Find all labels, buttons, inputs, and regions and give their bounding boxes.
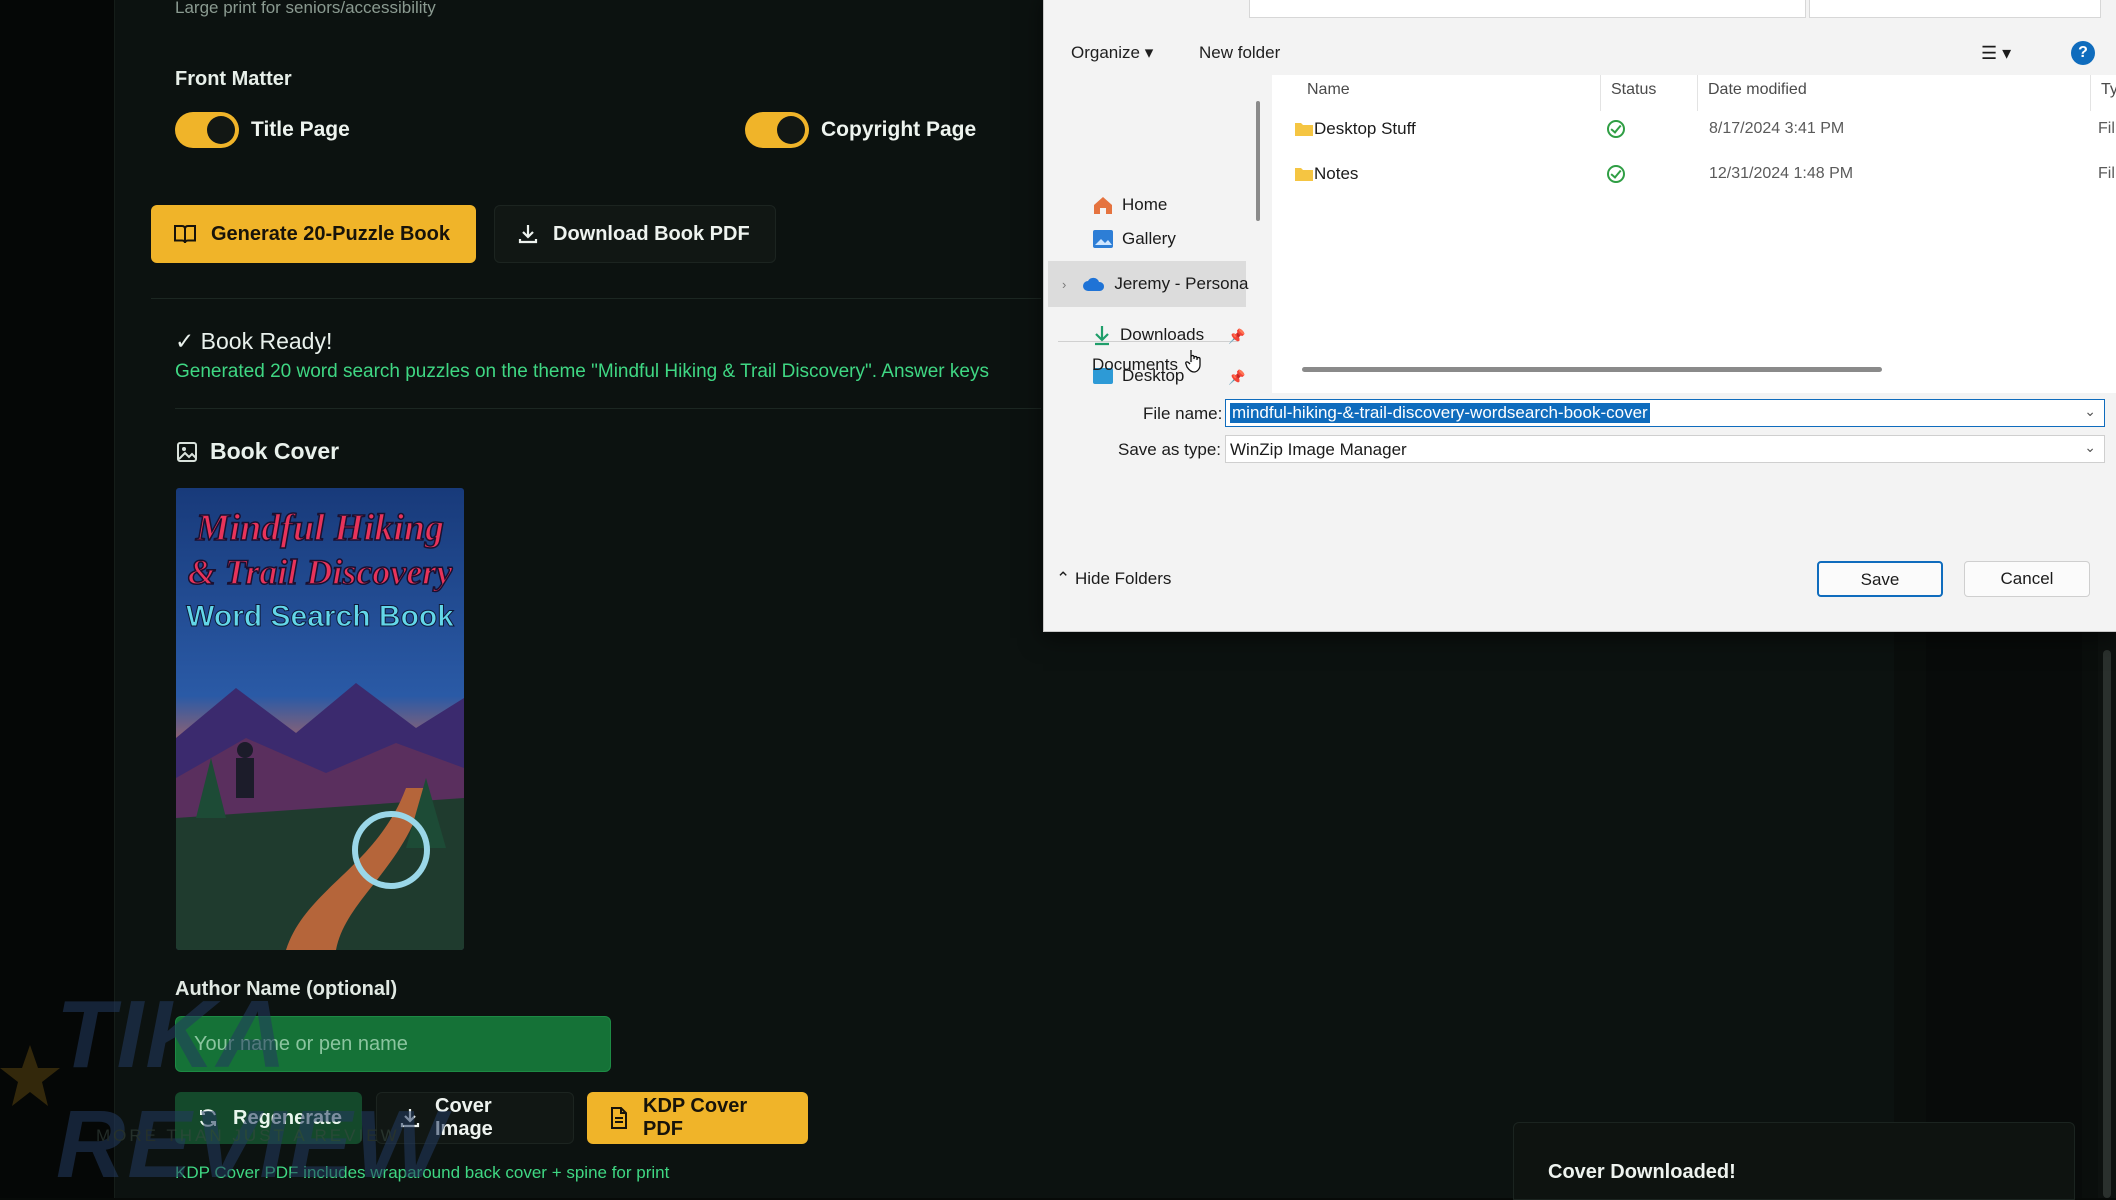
chevron-down-icon: ▾: [1144, 43, 1154, 62]
hide-folders-label: Hide Folders: [1074, 569, 1172, 588]
book-cover-image: Mindful Hiking & Trail Discovery Word Se…: [176, 488, 464, 950]
nav-item-label: Documents: [1092, 355, 1178, 371]
downloads-icon: [1095, 326, 1109, 346]
title-page-toggle[interactable]: [175, 112, 239, 148]
nav-item-label: Downloads: [1120, 325, 1205, 344]
column-header-type[interactable]: Ty: [2101, 81, 2116, 99]
file-list: Name Status Date modified Ty Desktop Stu…: [1272, 75, 2116, 393]
nav-item-label: Jeremy - Persona: [1114, 274, 1249, 293]
nav-item-onedrive[interactable]: › Jeremy - Persona: [1062, 268, 1249, 300]
tika-review-watermark: TIKA REVIEW MORE THAN JUST A REVIEW: [0, 980, 470, 1198]
file-date: 8/17/2024 3:41 PM: [1709, 120, 1845, 137]
sync-ok-icon: [1607, 165, 1625, 183]
save-as-type-value: WinZip Image Manager: [1230, 440, 1407, 459]
chevron-down-icon: ▾: [2002, 43, 2012, 63]
save-as-type-select[interactable]: WinZip Image Manager ⌄: [1225, 435, 2105, 463]
watermark-text: TIKA REVIEW: [56, 981, 447, 1198]
file-name: Desktop Stuff: [1314, 119, 1416, 138]
folder-icon: [1295, 168, 1313, 181]
organize-label: Organize: [1071, 43, 1140, 62]
organize-menu[interactable]: Organize ▾: [1071, 43, 1153, 63]
nav-scrollbar[interactable]: [1256, 101, 1260, 221]
folder-icon: [1295, 123, 1313, 136]
new-folder-button[interactable]: New folder: [1199, 43, 1280, 63]
large-print-hint: Large print for seniors/accessibility: [175, 0, 436, 17]
command-bar: Organize ▾ New folder ☰ ▾ ?: [1044, 31, 2116, 75]
chevron-right-icon: ›: [1062, 276, 1067, 292]
search-box[interactable]: [1809, 0, 2101, 18]
copyright-page-toggle[interactable]: [745, 112, 809, 148]
toast-message: Cover Downloaded!: [1548, 1161, 1736, 1183]
image-icon: [177, 442, 197, 462]
cover-title-line-2: & Trail Discovery: [188, 552, 454, 592]
document-icon: [611, 1107, 627, 1129]
nav-item-label: Home: [1122, 195, 1168, 214]
column-header-status[interactable]: Status: [1611, 81, 1656, 99]
gallery-icon: [1093, 230, 1113, 248]
cancel-button[interactable]: Cancel: [1964, 561, 2090, 597]
chevron-down-icon: ⌄: [2084, 439, 2096, 455]
file-name-label: File name:: [1143, 404, 1223, 423]
chevron-down-icon[interactable]: ⌄: [2084, 403, 2096, 420]
column-header-date[interactable]: Date modified: [1708, 81, 1807, 99]
cloud-icon: [1083, 277, 1105, 291]
nav-item-label: Gallery: [1122, 229, 1176, 248]
nav-item-gallery[interactable]: Gallery: [1092, 223, 1176, 255]
home-icon: [1094, 197, 1112, 214]
save-as-type-label: Save as type:: [1118, 440, 1222, 459]
page-scrollbar-thumb[interactable]: [2103, 650, 2111, 1198]
file-name-input[interactable]: mindful-hiking-&-trail-discovery-wordsea…: [1225, 399, 2105, 427]
sync-ok-icon: [1607, 120, 1625, 138]
book-ready-title: ✓ Book Ready!: [175, 328, 333, 354]
file-type: Fil: [2098, 165, 2115, 182]
save-button[interactable]: Save: [1817, 561, 1943, 597]
nav-item-downloads[interactable]: Downloads: [1092, 319, 1204, 351]
nav-item-home[interactable]: Home: [1092, 189, 1167, 221]
hide-folders-toggle[interactable]: ⌃ Hide Folders: [1056, 569, 1171, 589]
front-matter-label: Front Matter: [175, 68, 292, 90]
address-row: [1044, 0, 2116, 21]
book-ready-message: Generated 20 word search puzzles on the …: [175, 361, 989, 382]
pin-icon: 📌: [1228, 328, 1246, 344]
file-type: Fil: [2098, 120, 2115, 137]
file-row[interactable]: Desktop Stuff 8/17/2024 3:41 PM Fil: [1272, 109, 2116, 149]
cover-illustration: Mindful Hiking & Trail Discovery Word Se…: [176, 488, 464, 950]
nav-item-documents[interactable]: Documents: [1092, 355, 1178, 371]
divider: [151, 298, 1041, 299]
help-icon[interactable]: ?: [2071, 41, 2095, 65]
star-logo-icon: [0, 1045, 60, 1106]
download-book-pdf-button[interactable]: Download Book PDF: [494, 205, 776, 263]
file-name-value: mindful-hiking-&-trail-discovery-wordsea…: [1230, 403, 1650, 423]
kdp-cover-pdf-button[interactable]: KDP Cover PDF: [587, 1092, 808, 1144]
download-book-pdf-label: Download Book PDF: [553, 222, 750, 245]
book-cover-title: Book Cover: [210, 438, 340, 464]
chevron-up-icon: ⌃: [1056, 569, 1071, 588]
title-page-label: Title Page: [251, 118, 350, 141]
generate-book-label: Generate 20-Puzzle Book: [211, 222, 450, 245]
file-name: Notes: [1314, 164, 1359, 183]
list-view-icon: ☰: [1981, 43, 1998, 63]
view-options-button[interactable]: ☰ ▾: [1981, 43, 2011, 64]
download-icon: [518, 225, 538, 244]
save-as-dialog: Organize ▾ New folder ☰ ▾ ? Home Gallery…: [1043, 0, 2116, 632]
column-header-name[interactable]: Name: [1307, 81, 1350, 99]
hand-cursor-icon: [1185, 350, 1201, 373]
cover-title-line-1: Mindful Hiking: [195, 507, 444, 549]
pin-icon: 📌: [1228, 369, 1246, 385]
book-icon: [174, 225, 196, 244]
file-list-scrollbar[interactable]: [1302, 367, 1882, 372]
cover-title-line-3: Word Search Book: [186, 600, 454, 633]
address-bar[interactable]: [1249, 0, 1806, 18]
cover-downloaded-toast: Cover Downloaded!: [1513, 1122, 2075, 1200]
divider: [175, 408, 1041, 409]
generate-book-button[interactable]: Generate 20-Puzzle Book: [151, 205, 476, 263]
file-row[interactable]: Notes 12/31/2024 1:48 PM Fil: [1272, 154, 2116, 194]
kdp-cover-pdf-label: KDP Cover PDF: [643, 1095, 748, 1140]
file-date: 12/31/2024 1:48 PM: [1709, 165, 1854, 182]
copyright-page-label: Copyright Page: [821, 118, 977, 141]
watermark-tagline: MORE THAN JUST A REVIEW: [96, 1126, 400, 1145]
